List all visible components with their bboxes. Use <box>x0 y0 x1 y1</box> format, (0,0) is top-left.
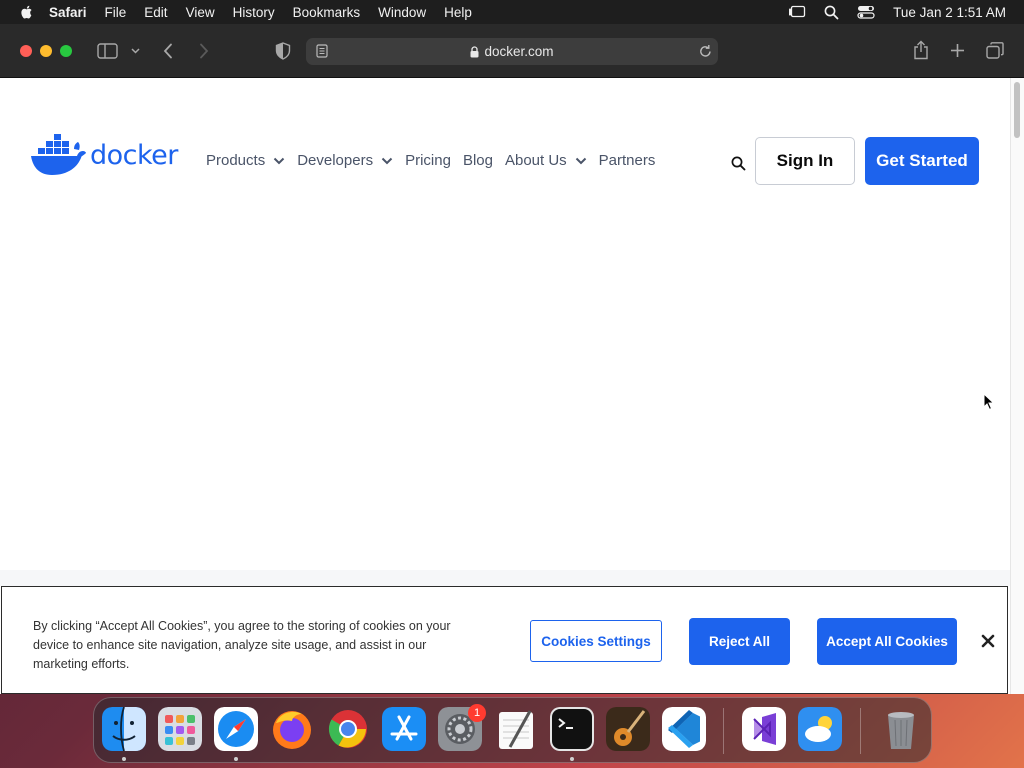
tab-group-chevron-icon[interactable] <box>131 48 140 54</box>
reload-icon[interactable] <box>699 44 712 58</box>
safari-running-indicator <box>234 757 238 761</box>
stage-manager-icon[interactable] <box>788 5 806 19</box>
nav-pricing[interactable]: Pricing <box>405 152 451 169</box>
vscode-icon[interactable] <box>662 707 706 751</box>
menu-help[interactable]: Help <box>444 5 472 20</box>
menu-bar: Safari File Edit View History Bookmarks … <box>0 0 1024 24</box>
sidebar-icon[interactable] <box>97 43 118 59</box>
close-icon[interactable] <box>980 633 996 649</box>
chevron-down-icon <box>273 157 285 164</box>
reject-all-button[interactable]: Reject All <box>689 618 790 665</box>
back-icon[interactable] <box>163 43 173 59</box>
new-tab-icon[interactable] <box>950 43 965 58</box>
docker-whale-icon <box>31 134 86 175</box>
terminal-icon[interactable] <box>550 707 594 751</box>
menu-edit[interactable]: Edit <box>144 5 167 20</box>
visual-studio-icon[interactable] <box>742 707 786 751</box>
browser-toolbar: docker.com <box>0 24 1024 78</box>
search-icon[interactable] <box>731 156 746 171</box>
minimize-window-button[interactable] <box>40 45 52 57</box>
chevron-down-icon <box>575 157 586 164</box>
lock-icon <box>470 45 479 57</box>
trash-icon[interactable] <box>879 707 923 751</box>
sign-in-button[interactable]: Sign In <box>755 137 855 185</box>
scrollbar-thumb[interactable] <box>1014 82 1020 138</box>
nav-products[interactable]: Products <box>206 152 285 169</box>
reader-mode-icon[interactable] <box>316 44 328 58</box>
nav-partners[interactable]: Partners <box>599 152 656 169</box>
system-settings-badge: 1 <box>468 704 486 722</box>
page-section-divider <box>0 570 1010 586</box>
weather-icon[interactable] <box>798 707 842 751</box>
docker-logo[interactable]: docker <box>30 134 178 176</box>
close-window-button[interactable] <box>20 45 32 57</box>
get-started-button[interactable]: Get Started <box>865 137 979 185</box>
menu-view[interactable]: View <box>186 5 215 20</box>
nav-partners-label: Partners <box>598 152 656 169</box>
docker-logo-text: docker <box>90 139 178 171</box>
share-icon[interactable] <box>913 40 929 60</box>
dock-separator <box>860 708 861 754</box>
nav-blog[interactable]: Blog <box>463 152 493 169</box>
address-bar[interactable]: docker.com <box>306 38 718 65</box>
menubar-clock[interactable]: Tue Jan 2 1:51 AM <box>893 5 1006 20</box>
cookies-settings-button[interactable]: Cookies Settings <box>530 620 662 662</box>
nav-about-us[interactable]: About Us <box>505 152 587 169</box>
apple-menu-icon[interactable] <box>19 4 35 20</box>
menu-history[interactable]: History <box>233 5 275 20</box>
main-nav: Products Developers Pricing Blog About U… <box>206 152 667 169</box>
nav-developers-label: Developers <box>297 152 374 169</box>
zoom-window-button[interactable] <box>60 45 72 57</box>
safari-icon[interactable] <box>214 707 258 751</box>
finder-icon[interactable] <box>102 707 146 751</box>
terminal-running-indicator <box>570 757 574 761</box>
dock-separator <box>723 708 724 754</box>
app-store-icon[interactable] <box>382 707 426 751</box>
menu-bookmarks[interactable]: Bookmarks <box>293 5 361 20</box>
mouse-cursor-icon <box>983 393 995 411</box>
dock <box>93 697 932 763</box>
page-scrollbar[interactable] <box>1010 78 1024 694</box>
spotlight-icon[interactable] <box>824 5 839 20</box>
chevron-down-icon <box>381 157 393 164</box>
accept-all-cookies-button[interactable]: Accept All Cookies <box>817 618 957 665</box>
chrome-icon[interactable] <box>326 707 370 751</box>
privacy-shield-icon[interactable] <box>275 42 291 60</box>
tab-overview-icon[interactable] <box>986 42 1004 59</box>
nav-blog-label: Blog <box>462 152 493 169</box>
textedit-icon[interactable] <box>494 707 538 751</box>
web-page: docker Products Developers Pricing Blog … <box>0 78 1010 694</box>
firefox-icon[interactable] <box>270 707 314 751</box>
garageband-icon[interactable] <box>606 707 650 751</box>
menu-file[interactable]: File <box>105 5 127 20</box>
forward-icon[interactable] <box>199 43 209 59</box>
menu-window[interactable]: Window <box>378 5 426 20</box>
url-text: docker.com <box>484 44 554 59</box>
launchpad-icon[interactable] <box>158 707 202 751</box>
menu-safari[interactable]: Safari <box>49 5 87 20</box>
cookie-consent-banner: By clicking “Accept All Cookies”, you ag… <box>1 586 1008 694</box>
nav-products-label: Products <box>206 152 266 169</box>
safari-window: docker.com docker Products Developers Pr… <box>0 24 1024 694</box>
nav-about-label: About Us <box>504 152 567 169</box>
cookie-consent-text: By clicking “Accept All Cookies”, you ag… <box>33 619 451 671</box>
control-center-icon[interactable] <box>857 5 875 19</box>
finder-running-indicator <box>122 757 126 761</box>
nav-developers[interactable]: Developers <box>297 152 393 169</box>
nav-pricing-label: Pricing <box>405 152 451 169</box>
